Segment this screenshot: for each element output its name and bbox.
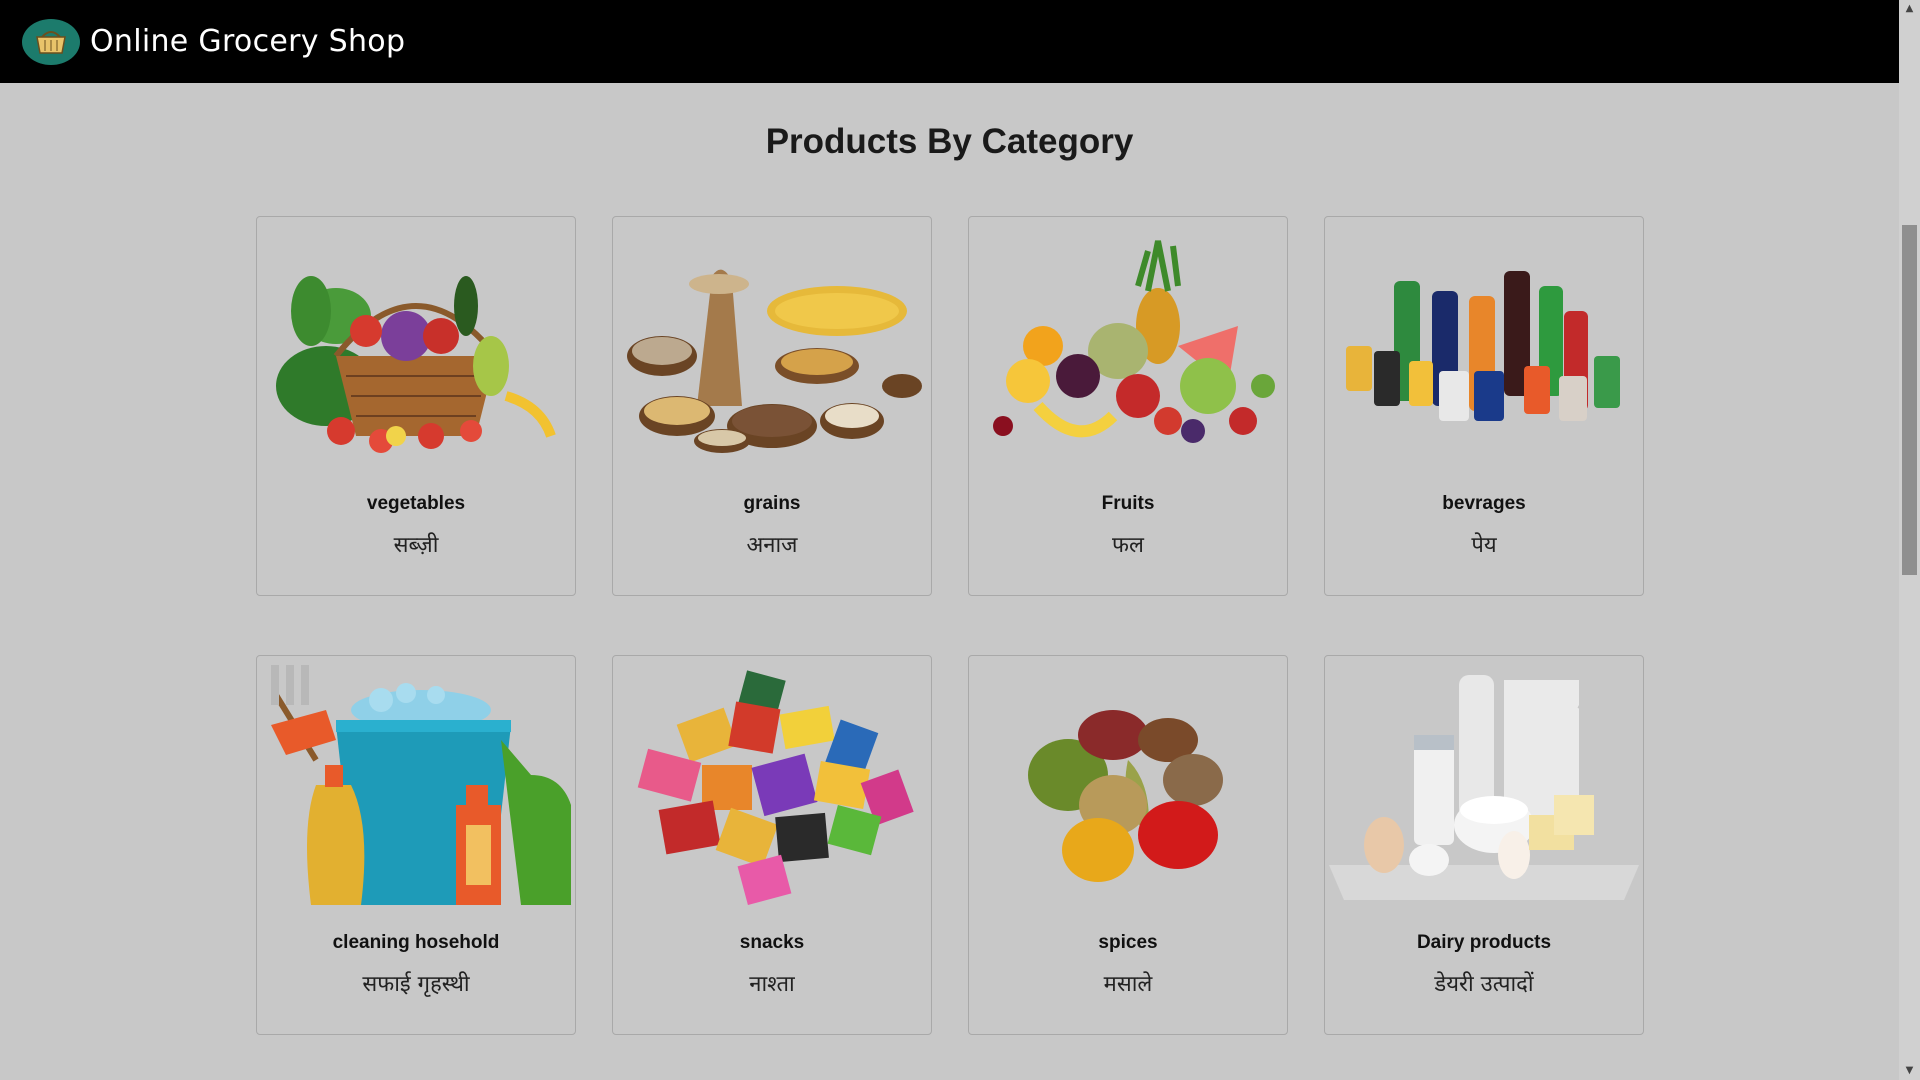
category-card-snacks[interactable]: snacks नाश्ता (612, 655, 932, 1035)
basket-icon[interactable] (22, 18, 80, 65)
category-name-hindi: फल (1112, 533, 1144, 558)
scroll-up-arrow-icon[interactable]: ▲ (1899, 0, 1920, 18)
brand-title[interactable]: Online Grocery Shop (90, 24, 405, 59)
top-navbar: Online Grocery Shop (0, 0, 1899, 83)
category-card-dairy-products[interactable]: Dairy products डेयरी उत्पादों (1324, 655, 1644, 1035)
category-name[interactable]: grains (613, 493, 931, 515)
category-name-hindi: मसाले (1103, 972, 1153, 997)
scroll-down-arrow-icon[interactable]: ▼ (1899, 1062, 1920, 1080)
category-card-grains[interactable]: grains अनाज (612, 216, 932, 596)
category-name-hindi: नाश्ता (749, 972, 795, 997)
page-title: Products By Category (765, 122, 1134, 161)
soda-bottles-image (1329, 221, 1639, 471)
category-card-cleaning-hosehold[interactable]: cleaning hosehold सफाई गृहस्थी (256, 655, 576, 1035)
category-name[interactable]: cleaning hosehold (257, 932, 575, 954)
grains-bowls-image (617, 221, 927, 471)
category-name-hindi: अनाज (746, 533, 798, 558)
category-name-hindi: पेय (1471, 533, 1497, 558)
category-name[interactable]: vegetables (257, 493, 575, 515)
snack-packets-image (617, 660, 927, 910)
category-card-spices[interactable]: spices मसाले (968, 655, 1288, 1035)
vegetable-basket-image (261, 221, 571, 471)
category-name[interactable]: Dairy products (1325, 932, 1643, 954)
category-card-fruits[interactable]: Fruits फल (968, 216, 1288, 596)
cleaning-bucket-image (261, 660, 571, 910)
category-name[interactable]: spices (969, 932, 1287, 954)
category-name[interactable]: bevrages (1325, 493, 1643, 515)
vertical-scrollbar[interactable]: ▲ ▼ (1899, 0, 1920, 1080)
category-card-vegetables[interactable]: vegetables सब्ज़ी (256, 216, 576, 596)
category-name[interactable]: Fruits (969, 493, 1287, 515)
category-card-bevrages[interactable]: bevrages पेय (1324, 216, 1644, 596)
category-name[interactable]: snacks (613, 932, 931, 954)
spice-heaps-image (973, 660, 1283, 910)
category-name-hindi: सफाई गृहस्थी (362, 972, 470, 997)
dairy-products-image (1329, 660, 1639, 910)
fruits-pile-image (973, 221, 1283, 471)
category-name-hindi: डेयरी उत्पादों (1434, 972, 1534, 997)
category-name-hindi: सब्ज़ी (393, 533, 439, 558)
scrollbar-thumb[interactable] (1902, 225, 1917, 575)
